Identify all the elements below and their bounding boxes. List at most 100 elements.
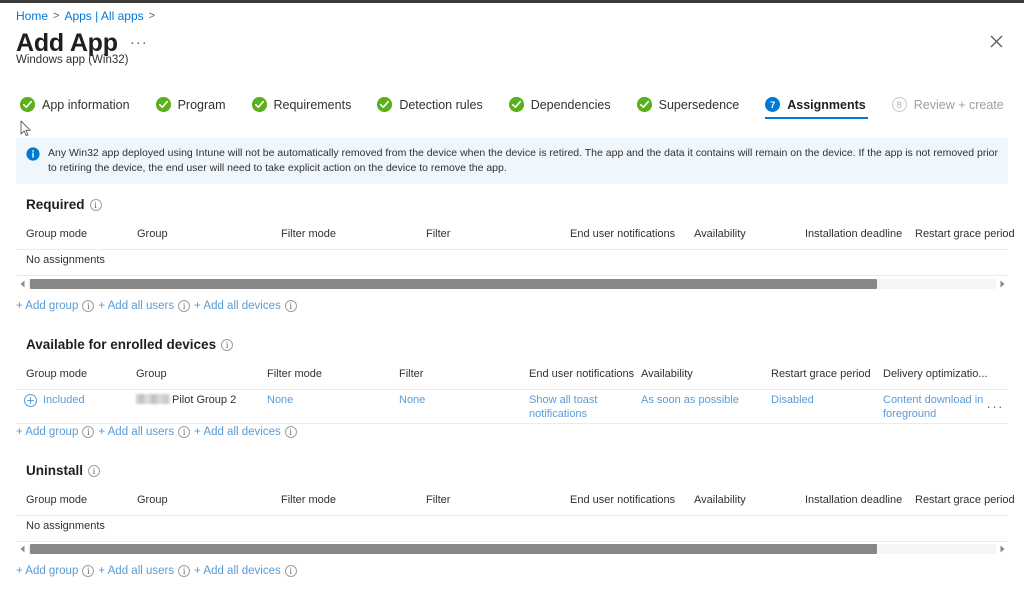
col-group-mode: Group mode bbox=[26, 228, 87, 240]
check-circle-icon bbox=[637, 97, 652, 112]
table-row[interactable]: Included Pilot Group 2 None None Show al… bbox=[16, 390, 1008, 424]
close-icon[interactable] bbox=[986, 31, 1006, 51]
col-end-user-notifications: End user notifications bbox=[529, 368, 634, 380]
check-circle-icon bbox=[377, 97, 392, 112]
info-icon bbox=[26, 147, 40, 161]
cell-delivery-optimization[interactable]: Content download in foreground bbox=[883, 393, 988, 421]
col-filter-mode: Filter mode bbox=[281, 494, 336, 506]
cell-restart-grace-period[interactable]: Disabled bbox=[771, 393, 871, 407]
required-assignments-table: Group mode Group Filter mode Filter End … bbox=[16, 228, 1008, 276]
col-filter: Filter bbox=[426, 228, 450, 240]
add-all-users-link[interactable]: + Add all users bbox=[98, 300, 174, 312]
no-assignments-row: No assignments bbox=[16, 516, 1008, 542]
tab-program[interactable]: Program bbox=[156, 97, 240, 119]
col-filter: Filter bbox=[399, 368, 423, 380]
info-tooltip-icon[interactable]: i bbox=[178, 426, 190, 438]
tab-detection-rules[interactable]: Detection rules bbox=[377, 97, 496, 119]
col-restart-grace-period: Restart grace period bbox=[915, 228, 1015, 240]
col-group-mode: Group mode bbox=[26, 368, 87, 380]
add-all-devices-link[interactable]: + Add all devices bbox=[194, 565, 281, 577]
section-header-available-for-enrolled-devices: Available for enrolled devices i bbox=[26, 337, 233, 352]
info-tooltip-icon[interactable]: i bbox=[221, 339, 233, 351]
info-tooltip-icon[interactable]: i bbox=[285, 426, 297, 438]
add-group-link[interactable]: + Add group bbox=[16, 426, 78, 438]
group-mode-value: Included bbox=[43, 393, 85, 407]
info-tooltip-icon[interactable]: i bbox=[88, 465, 100, 477]
tab-label: Detection rules bbox=[399, 98, 482, 112]
required-table-hscrollbar[interactable] bbox=[16, 277, 1008, 291]
cell-filter-mode[interactable]: None bbox=[267, 393, 293, 407]
info-tooltip-icon[interactable]: i bbox=[82, 565, 94, 577]
col-delivery-optimization: Delivery optimizatio... bbox=[883, 368, 988, 380]
table-header-row: Group mode Group Filter mode Filter End … bbox=[16, 228, 1008, 250]
section-header-uninstall: Uninstall i bbox=[26, 463, 100, 478]
info-tooltip-icon[interactable]: i bbox=[90, 199, 102, 211]
add-group-link[interactable]: + Add group bbox=[16, 300, 78, 312]
tab-label: Program bbox=[178, 98, 226, 112]
no-assignments-row: No assignments bbox=[16, 250, 1008, 276]
add-all-devices-link[interactable]: + Add all devices bbox=[194, 426, 281, 438]
row-more-options-icon[interactable]: ··· bbox=[987, 399, 1005, 414]
col-end-user-notifications: End user notifications bbox=[570, 494, 675, 506]
scrollbar-thumb[interactable] bbox=[30, 544, 877, 554]
col-filter: Filter bbox=[426, 494, 450, 506]
info-tooltip-icon[interactable]: i bbox=[285, 565, 297, 577]
add-all-users-link[interactable]: + Add all users bbox=[98, 426, 174, 438]
tab-label: Supersedence bbox=[659, 98, 740, 112]
tab-app-information[interactable]: App information bbox=[20, 97, 144, 119]
cell-end-user-notifications[interactable]: Show all toast notifications bbox=[529, 393, 629, 421]
check-circle-icon bbox=[509, 97, 524, 112]
tab-requirements[interactable]: Requirements bbox=[252, 97, 366, 119]
check-circle-icon bbox=[252, 97, 267, 112]
available-assignments-table: Group mode Group Filter mode Filter End … bbox=[16, 368, 1008, 424]
section-title: Uninstall bbox=[26, 463, 83, 478]
section-title: Available for enrolled devices bbox=[26, 337, 216, 352]
table-header-row: Group mode Group Filter mode Filter End … bbox=[16, 368, 1008, 390]
tab-label: Assignments bbox=[787, 98, 866, 112]
cell-group-mode[interactable]: Included bbox=[24, 393, 85, 407]
step-number-badge: 7 bbox=[765, 97, 780, 112]
col-availability: Availability bbox=[694, 228, 746, 240]
scroll-right-icon[interactable] bbox=[996, 542, 1008, 556]
tab-assignments[interactable]: 7 Assignments bbox=[765, 97, 880, 119]
cell-filter[interactable]: None bbox=[399, 393, 425, 407]
tab-supersedence[interactable]: Supersedence bbox=[637, 97, 754, 119]
table-header-row: Group mode Group Filter mode Filter End … bbox=[16, 494, 1008, 516]
col-group: Group bbox=[136, 368, 167, 380]
scroll-left-icon[interactable] bbox=[16, 542, 28, 556]
add-all-devices-link[interactable]: + Add all devices bbox=[194, 300, 281, 312]
col-installation-deadline: Installation deadline bbox=[805, 494, 902, 506]
col-filter-mode: Filter mode bbox=[281, 228, 336, 240]
add-app-wizard-page: Home > Apps | All apps > Add App ··· Win… bbox=[0, 0, 1024, 607]
section-header-required: Required i bbox=[26, 197, 102, 212]
info-tooltip-icon[interactable]: i bbox=[178, 565, 190, 577]
breadcrumb-item-home[interactable]: Home bbox=[16, 8, 48, 24]
tab-label: App information bbox=[42, 98, 130, 112]
check-circle-icon bbox=[156, 97, 171, 112]
group-value: Pilot Group 2 bbox=[172, 394, 236, 406]
uninstall-table-hscrollbar[interactable] bbox=[16, 542, 1008, 556]
scroll-left-icon[interactable] bbox=[16, 277, 28, 291]
add-all-users-link[interactable]: + Add all users bbox=[98, 565, 174, 577]
tab-label: Review + create bbox=[914, 98, 1004, 112]
scroll-right-icon[interactable] bbox=[996, 277, 1008, 291]
window-top-bar bbox=[0, 0, 1024, 3]
info-tooltip-icon[interactable]: i bbox=[285, 300, 297, 312]
more-options-icon[interactable]: ··· bbox=[130, 34, 148, 51]
plus-circle-icon bbox=[24, 394, 37, 407]
info-tooltip-icon[interactable]: i bbox=[82, 426, 94, 438]
tab-label: Dependencies bbox=[531, 98, 611, 112]
breadcrumb-item-apps-all-apps[interactable]: Apps | All apps bbox=[64, 8, 143, 24]
tab-review-create[interactable]: 8 Review + create bbox=[892, 97, 1018, 119]
cell-availability[interactable]: As soon as possible bbox=[641, 393, 761, 407]
col-group: Group bbox=[137, 228, 168, 240]
scrollbar-thumb[interactable] bbox=[30, 279, 877, 289]
scrollbar-track[interactable] bbox=[28, 544, 996, 554]
info-tooltip-icon[interactable]: i bbox=[82, 300, 94, 312]
breadcrumb-separator-icon: > bbox=[149, 8, 155, 24]
check-circle-icon bbox=[20, 97, 35, 112]
info-tooltip-icon[interactable]: i bbox=[178, 300, 190, 312]
add-group-link[interactable]: + Add group bbox=[16, 565, 78, 577]
scrollbar-track[interactable] bbox=[28, 279, 996, 289]
tab-dependencies[interactable]: Dependencies bbox=[509, 97, 625, 119]
